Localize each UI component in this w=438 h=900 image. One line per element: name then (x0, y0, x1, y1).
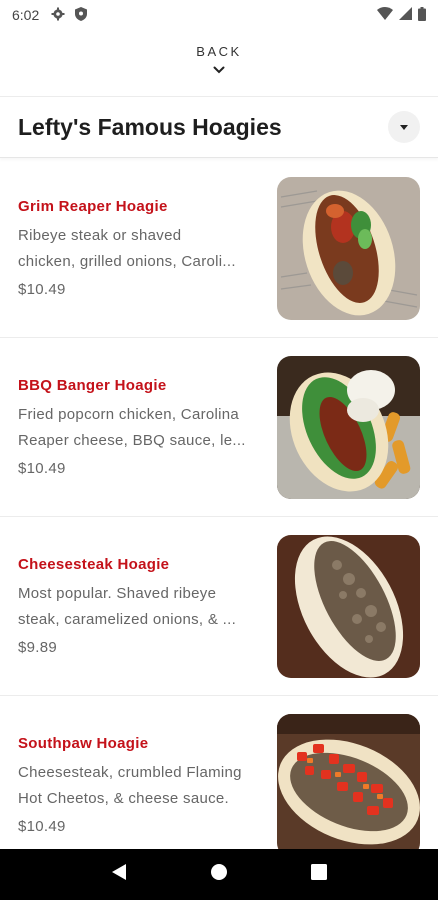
item-name: Cheesesteak Hoagie (18, 556, 170, 573)
chevron-down-icon (213, 61, 225, 79)
signal-icon (399, 7, 412, 23)
item-description-line: Hot Cheetos, & cheese sauce. (18, 790, 230, 807)
item-description-line: Fried popcorn chicken, Carolina (18, 406, 240, 423)
back-label: BACK (196, 44, 242, 59)
menu-item[interactable]: Cheesesteak Hoagie Most popular. Shaved … (0, 517, 438, 696)
item-description-line: Cheesesteak, crumbled Flaming (18, 764, 242, 781)
menu-item[interactable]: BBQ Banger Hoagie Fried popcorn chicken,… (0, 338, 438, 517)
battery-icon (418, 6, 426, 24)
item-price: $9.89 (18, 639, 58, 656)
status-bar: 6:02 (0, 0, 438, 30)
wifi-icon (377, 7, 393, 23)
page-title: Lefty's Famous Hoagies (18, 113, 282, 140)
item-image (277, 713, 420, 849)
item-image (277, 355, 420, 499)
home-circle-icon[interactable] (210, 863, 228, 886)
recents-square-icon[interactable] (310, 864, 327, 885)
item-price: $10.49 (18, 281, 66, 298)
item-name: BBQ Banger Hoagie (18, 377, 167, 394)
item-description-line: Most popular. Shaved ribeye (18, 585, 217, 602)
item-description-line: steak, caramelized onions, & ... (18, 611, 237, 628)
item-price: $10.49 (18, 460, 66, 477)
item-image (277, 534, 420, 678)
menu-item[interactable]: Southpaw Hoagie Cheesesteak, crumbled Fl… (0, 696, 438, 849)
caret-down-icon (400, 118, 408, 136)
shield-icon (75, 6, 88, 24)
item-price: $10.49 (18, 818, 66, 835)
back-button[interactable]: BACK (0, 44, 438, 88)
gear-icon (51, 7, 65, 24)
menu-item[interactable]: Grim Reaper Hoagie Ribeye steak or shave… (0, 159, 438, 338)
item-image (277, 176, 420, 320)
system-nav-bar (0, 849, 438, 900)
item-name: Grim Reaper Hoagie (18, 198, 168, 215)
restaurant-header: Lefty's Famous Hoagies (0, 96, 438, 158)
menu-list: Grim Reaper Hoagie Ribeye steak or shave… (0, 159, 438, 849)
dropdown-button[interactable] (388, 111, 420, 143)
status-time: 6:02 (12, 7, 40, 23)
item-description-line: Reaper cheese, BBQ sauce, le... (18, 432, 246, 449)
item-description-line: Ribeye steak or shaved (18, 227, 182, 244)
item-name: Southpaw Hoagie (18, 735, 149, 752)
item-description-line: chicken, grilled onions, Caroli... (18, 253, 236, 270)
back-triangle-icon[interactable] (111, 863, 127, 886)
